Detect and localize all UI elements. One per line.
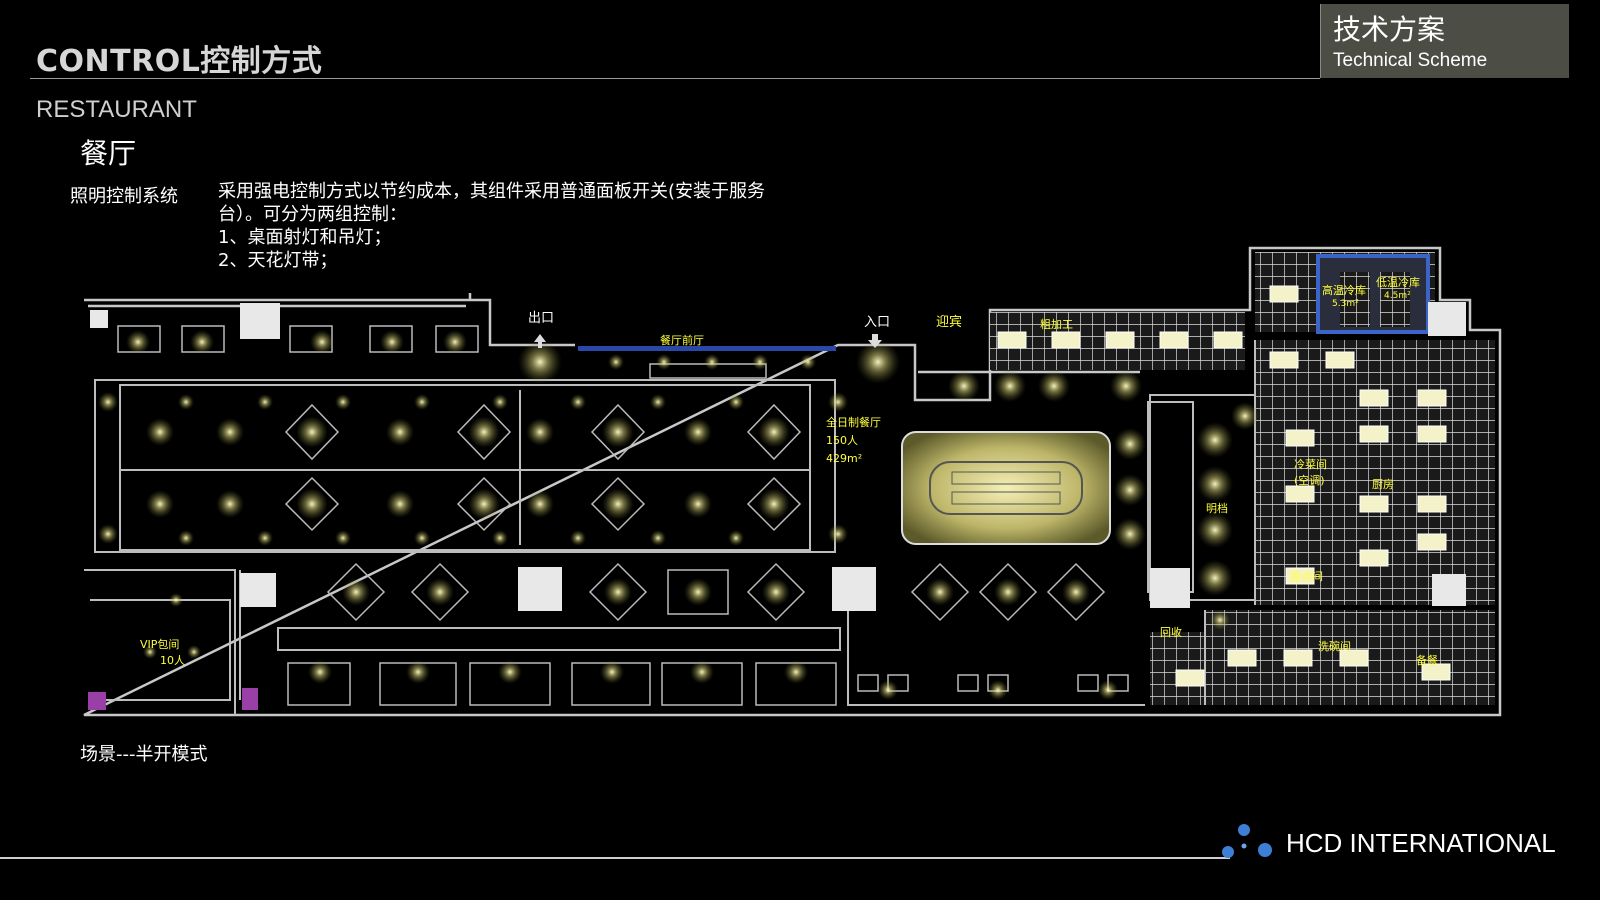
- lobby-strip: [578, 346, 836, 351]
- label-welcome: 迎宾: [936, 314, 962, 330]
- central-bar: [901, 431, 1111, 545]
- footer-divider: [0, 857, 1230, 859]
- label-store: 备餐: [1416, 653, 1438, 667]
- label-vip: VIP包间: [140, 638, 179, 651]
- label-entrance: 入口: [864, 315, 890, 330]
- arrow-icons: [534, 334, 882, 348]
- label-noodle: 面点间: [1290, 570, 1323, 583]
- label-allday: 全日制餐厅: [826, 415, 881, 429]
- label-high-cold-area: 5.3m²: [1332, 299, 1359, 309]
- label-cold-room-note: (空调): [1294, 473, 1325, 487]
- brand-logo-icon: [1222, 824, 1272, 858]
- label-high-cold: 高温冷库: [1322, 283, 1366, 297]
- label-low-cold: 低温冷库: [1376, 276, 1420, 289]
- label-rough: 粗加工: [1040, 318, 1073, 331]
- label-wash: 洗碗间: [1318, 639, 1351, 653]
- label-cold-room: 冷菜间: [1294, 458, 1327, 471]
- label-area: 429m²: [826, 452, 862, 465]
- label-return: 回收: [1160, 625, 1182, 639]
- label-lobby: 餐厅前厅: [660, 333, 704, 347]
- label-kitchen: 厨房: [1372, 478, 1394, 491]
- label-capacity: 150人: [826, 434, 858, 447]
- label-low-cold-area: 4.5m²: [1384, 291, 1411, 301]
- booths-top: [117, 325, 479, 353]
- label-exit: 出口: [528, 311, 554, 326]
- brand-name: HCD INTERNATIONAL: [1286, 828, 1556, 858]
- floor-plan: 出口 入口 迎宾 餐厅前厅 全日制餐厅 150人 429m² VIP包间 10人…: [83, 246, 1502, 717]
- scene-label: 场景---半开模式: [80, 744, 208, 765]
- label-open-kitchen: 明档: [1206, 501, 1228, 515]
- label-vip-cap: 10人: [160, 654, 185, 667]
